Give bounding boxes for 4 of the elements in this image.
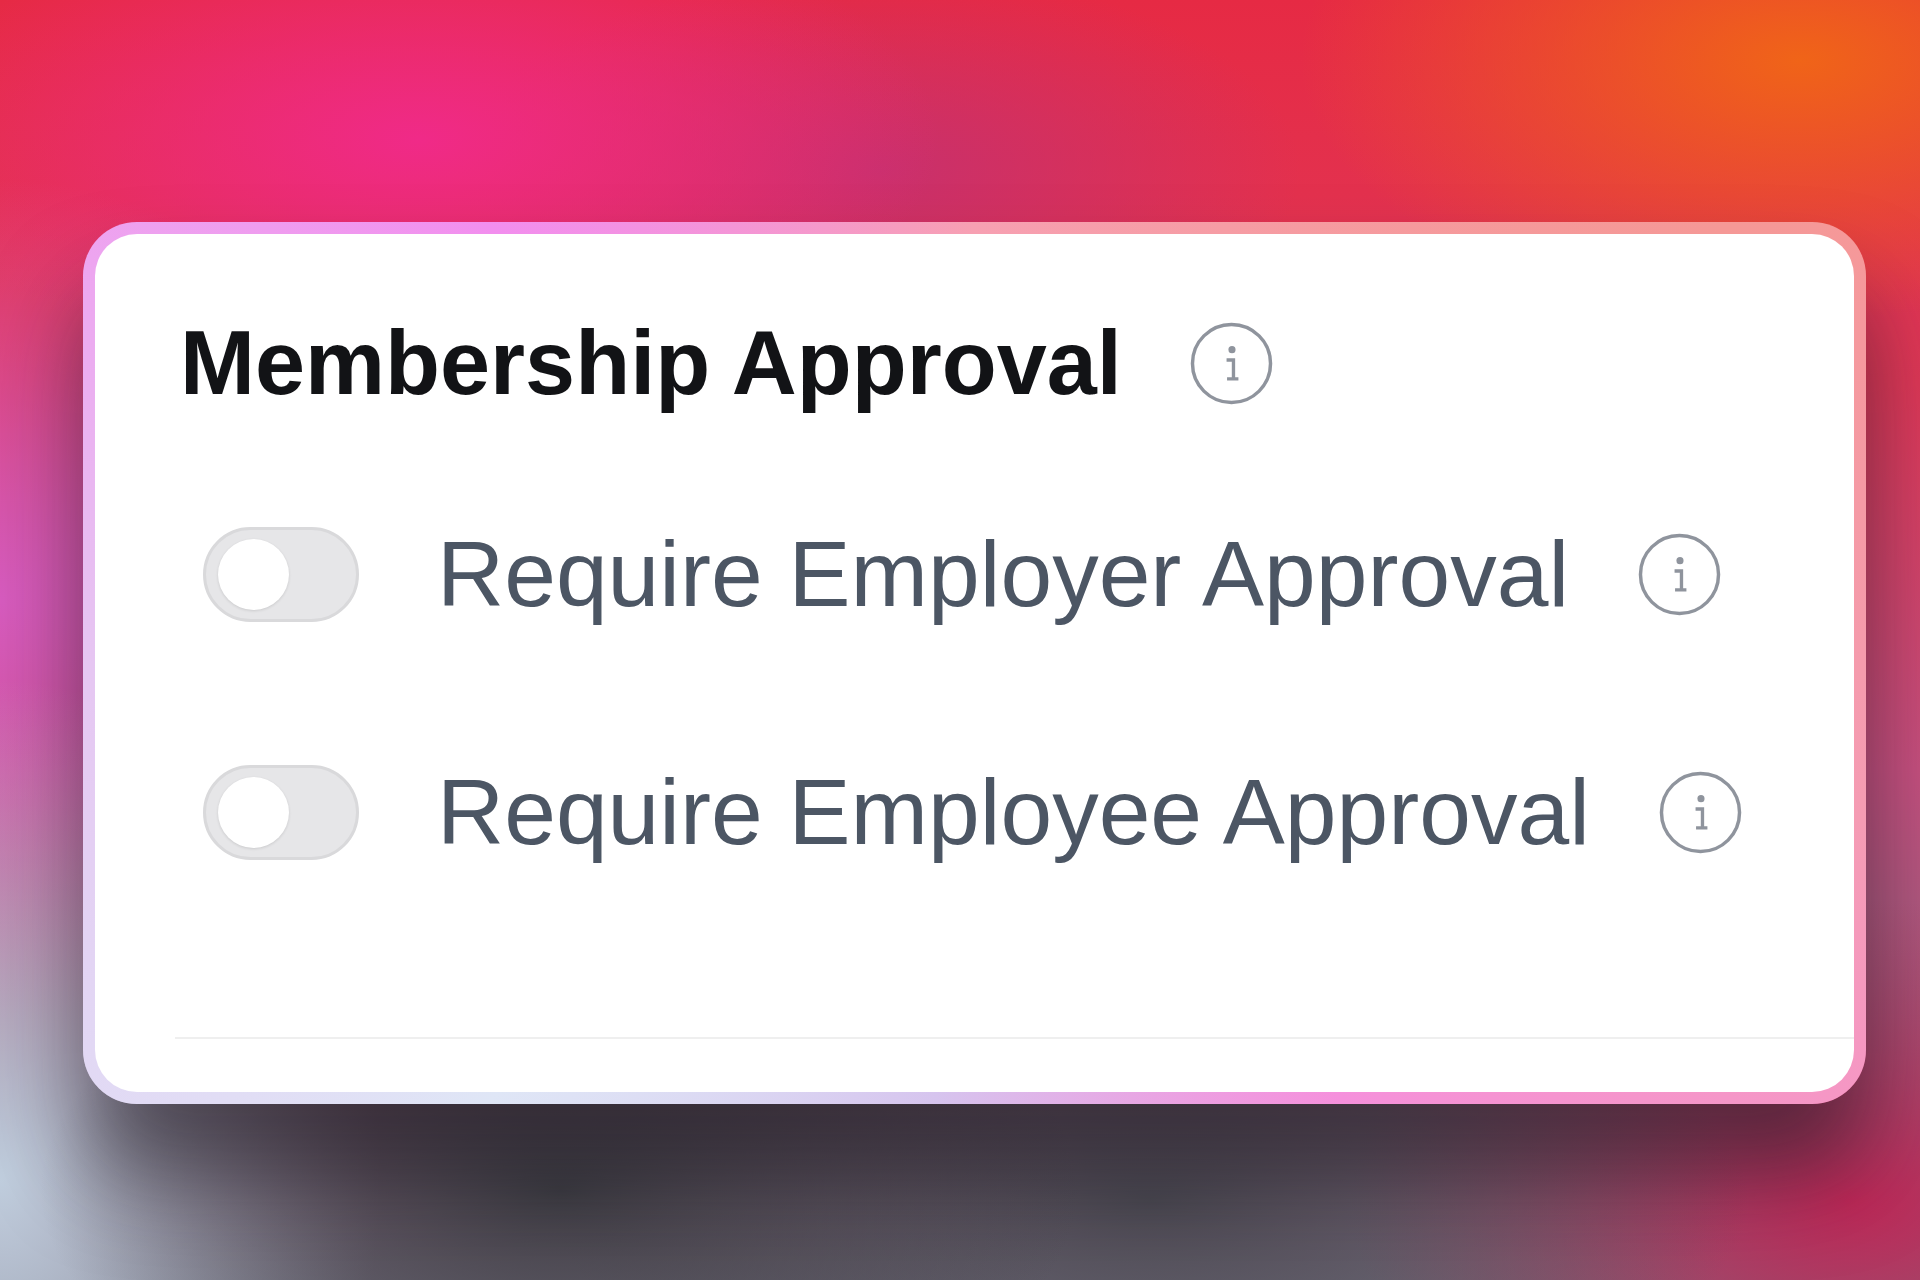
info-icon[interactable] [1638, 533, 1722, 616]
info-icon[interactable] [1189, 321, 1273, 405]
info-icon[interactable] [1658, 771, 1742, 854]
card-title: Membership Approval [180, 313, 1122, 413]
